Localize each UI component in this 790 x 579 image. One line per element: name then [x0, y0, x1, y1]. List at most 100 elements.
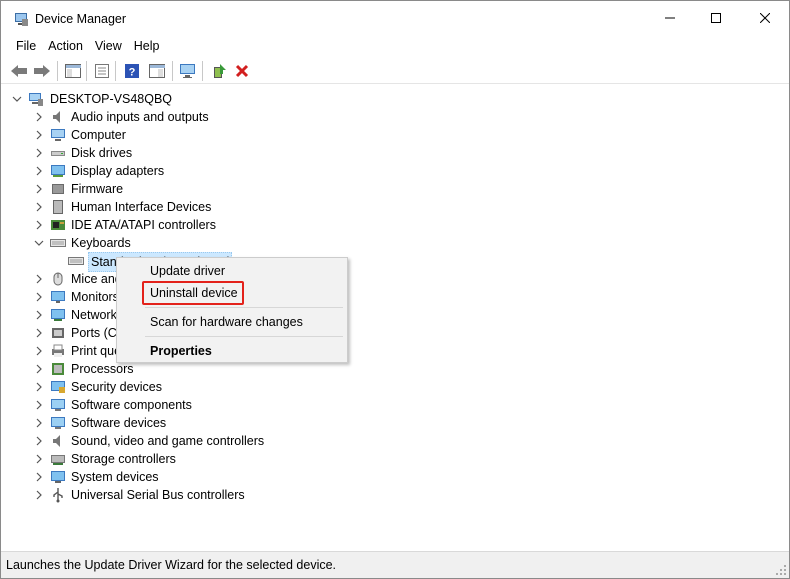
tree-category[interactable]: Disk drives	[30, 144, 630, 162]
disk-drive-icon	[51, 151, 65, 156]
toolbar-separator	[57, 61, 58, 81]
chevron-right-icon[interactable]	[34, 364, 44, 374]
update-driver-button[interactable]	[209, 61, 229, 81]
properties-icon	[95, 64, 109, 78]
uninstall-device-button[interactable]	[232, 61, 252, 81]
action-pane-icon	[149, 64, 165, 78]
forward-button[interactable]	[32, 61, 52, 81]
display-adapter-icon	[51, 165, 65, 177]
help-button[interactable]: ?	[122, 61, 142, 81]
usb-icon	[53, 488, 63, 503]
monitor-icon	[51, 291, 65, 303]
tree-category[interactable]: Keyboards	[30, 234, 630, 252]
uninstall-x-icon	[235, 64, 249, 78]
hid-icon	[53, 200, 63, 214]
tree-category[interactable]: Audio inputs and outputs	[30, 108, 630, 126]
chevron-right-icon[interactable]	[34, 418, 44, 428]
chevron-down-icon[interactable]	[34, 238, 44, 248]
software-device-icon	[51, 417, 65, 429]
resize-grip-icon[interactable]	[775, 564, 787, 576]
minimize-button[interactable]	[647, 1, 693, 35]
chevron-right-icon[interactable]	[34, 166, 44, 176]
menu-view[interactable]: View	[89, 36, 128, 56]
action-pane-button[interactable]	[147, 61, 167, 81]
minimize-icon	[665, 17, 675, 19]
chevron-right-icon[interactable]	[34, 328, 44, 338]
svg-text:?: ?	[129, 67, 136, 79]
close-icon	[760, 13, 770, 23]
status-bar: Launches the Update Driver Wizard for th…	[1, 551, 789, 578]
menu-file[interactable]: File	[10, 36, 42, 56]
system-device-icon	[51, 471, 65, 483]
properties-button[interactable]	[92, 61, 112, 81]
context-update-driver[interactable]: Update driver	[150, 262, 225, 280]
window-title: Device Manager	[35, 12, 127, 26]
show-hide-console-tree-button[interactable]	[63, 61, 83, 81]
computer-icon	[29, 93, 43, 106]
mouse-icon	[53, 272, 63, 286]
tree-category[interactable]: System devices	[30, 468, 630, 486]
tree-item-label: Software devices	[71, 416, 167, 430]
chevron-right-icon[interactable]	[34, 274, 44, 284]
ide-controller-icon	[51, 220, 65, 230]
uninstall-highlight-box	[142, 281, 244, 305]
chevron-right-icon[interactable]	[34, 472, 44, 482]
chevron-right-icon[interactable]	[34, 220, 44, 230]
chevron-right-icon[interactable]	[34, 184, 44, 194]
tree-category[interactable]: Universal Serial Bus controllers	[30, 486, 630, 504]
menu-bar: File Action View Help	[1, 35, 789, 57]
context-properties[interactable]: Properties	[150, 342, 212, 360]
back-button[interactable]	[9, 61, 29, 81]
chevron-right-icon[interactable]	[34, 346, 44, 356]
tree-item-label: Storage controllers	[71, 452, 176, 466]
tree-item-label: Monitors	[71, 290, 119, 304]
chevron-right-icon[interactable]	[34, 130, 44, 140]
tree-item-label: Disk drives	[71, 146, 133, 160]
tree-item-label: Universal Serial Bus controllers	[71, 488, 245, 502]
chevron-right-icon[interactable]	[34, 490, 44, 500]
chevron-right-icon[interactable]	[34, 292, 44, 302]
tree-category[interactable]: Software components	[30, 396, 630, 414]
tree-item-label: Software components	[71, 398, 192, 412]
chevron-down-icon[interactable]	[12, 94, 22, 104]
chevron-right-icon[interactable]	[34, 148, 44, 158]
menu-action[interactable]: Action	[42, 36, 89, 56]
context-scan-hardware[interactable]: Scan for hardware changes	[150, 313, 303, 331]
chevron-right-icon[interactable]	[34, 454, 44, 464]
tree-category[interactable]: Human Interface Devices	[30, 198, 630, 216]
tree-category[interactable]: Display adapters	[30, 162, 630, 180]
computer-icon	[51, 129, 65, 141]
tree-item-label: Computer	[71, 128, 126, 142]
maximize-button[interactable]	[693, 1, 739, 35]
tree-item-label: Display adapters	[71, 164, 165, 178]
speaker-icon	[53, 111, 60, 123]
scan-hardware-button[interactable]	[178, 61, 198, 81]
chevron-right-icon[interactable]	[34, 112, 44, 122]
toolbar-separator	[172, 61, 173, 81]
tree-item-label: Security devices	[71, 380, 163, 394]
keyboard-icon	[68, 257, 84, 265]
chevron-right-icon[interactable]	[34, 310, 44, 320]
context-menu: Update driver Uninstall device Scan for …	[116, 257, 348, 363]
tree-item-label: Firmware	[71, 182, 124, 196]
device-manager-app-icon	[13, 11, 29, 27]
tree-category[interactable]: Computer	[30, 126, 630, 144]
chevron-right-icon[interactable]	[34, 382, 44, 392]
tree-category[interactable]: Storage controllers	[30, 450, 630, 468]
chevron-right-icon[interactable]	[34, 436, 44, 446]
chevron-right-icon[interactable]	[34, 400, 44, 410]
console-tree-icon	[65, 64, 81, 78]
close-button[interactable]	[742, 1, 788, 35]
title-bar: Device Manager	[1, 1, 789, 35]
menu-help[interactable]: Help	[128, 36, 166, 56]
tree-category[interactable]: Software devices	[30, 414, 630, 432]
device-manager-window: Device Manager File Action View Help ? D…	[0, 0, 790, 579]
tree-category[interactable]: Security devices	[30, 378, 630, 396]
tree-item-label: Sound, video and game controllers	[71, 434, 265, 448]
tree-category[interactable]: Firmware	[30, 180, 630, 198]
forward-arrow-icon	[34, 65, 50, 77]
chevron-right-icon[interactable]	[34, 202, 44, 212]
security-icon	[51, 381, 65, 393]
tree-category[interactable]: Sound, video and game controllers	[30, 432, 630, 450]
tree-category[interactable]: IDE ATA/ATAPI controllers	[30, 216, 630, 234]
